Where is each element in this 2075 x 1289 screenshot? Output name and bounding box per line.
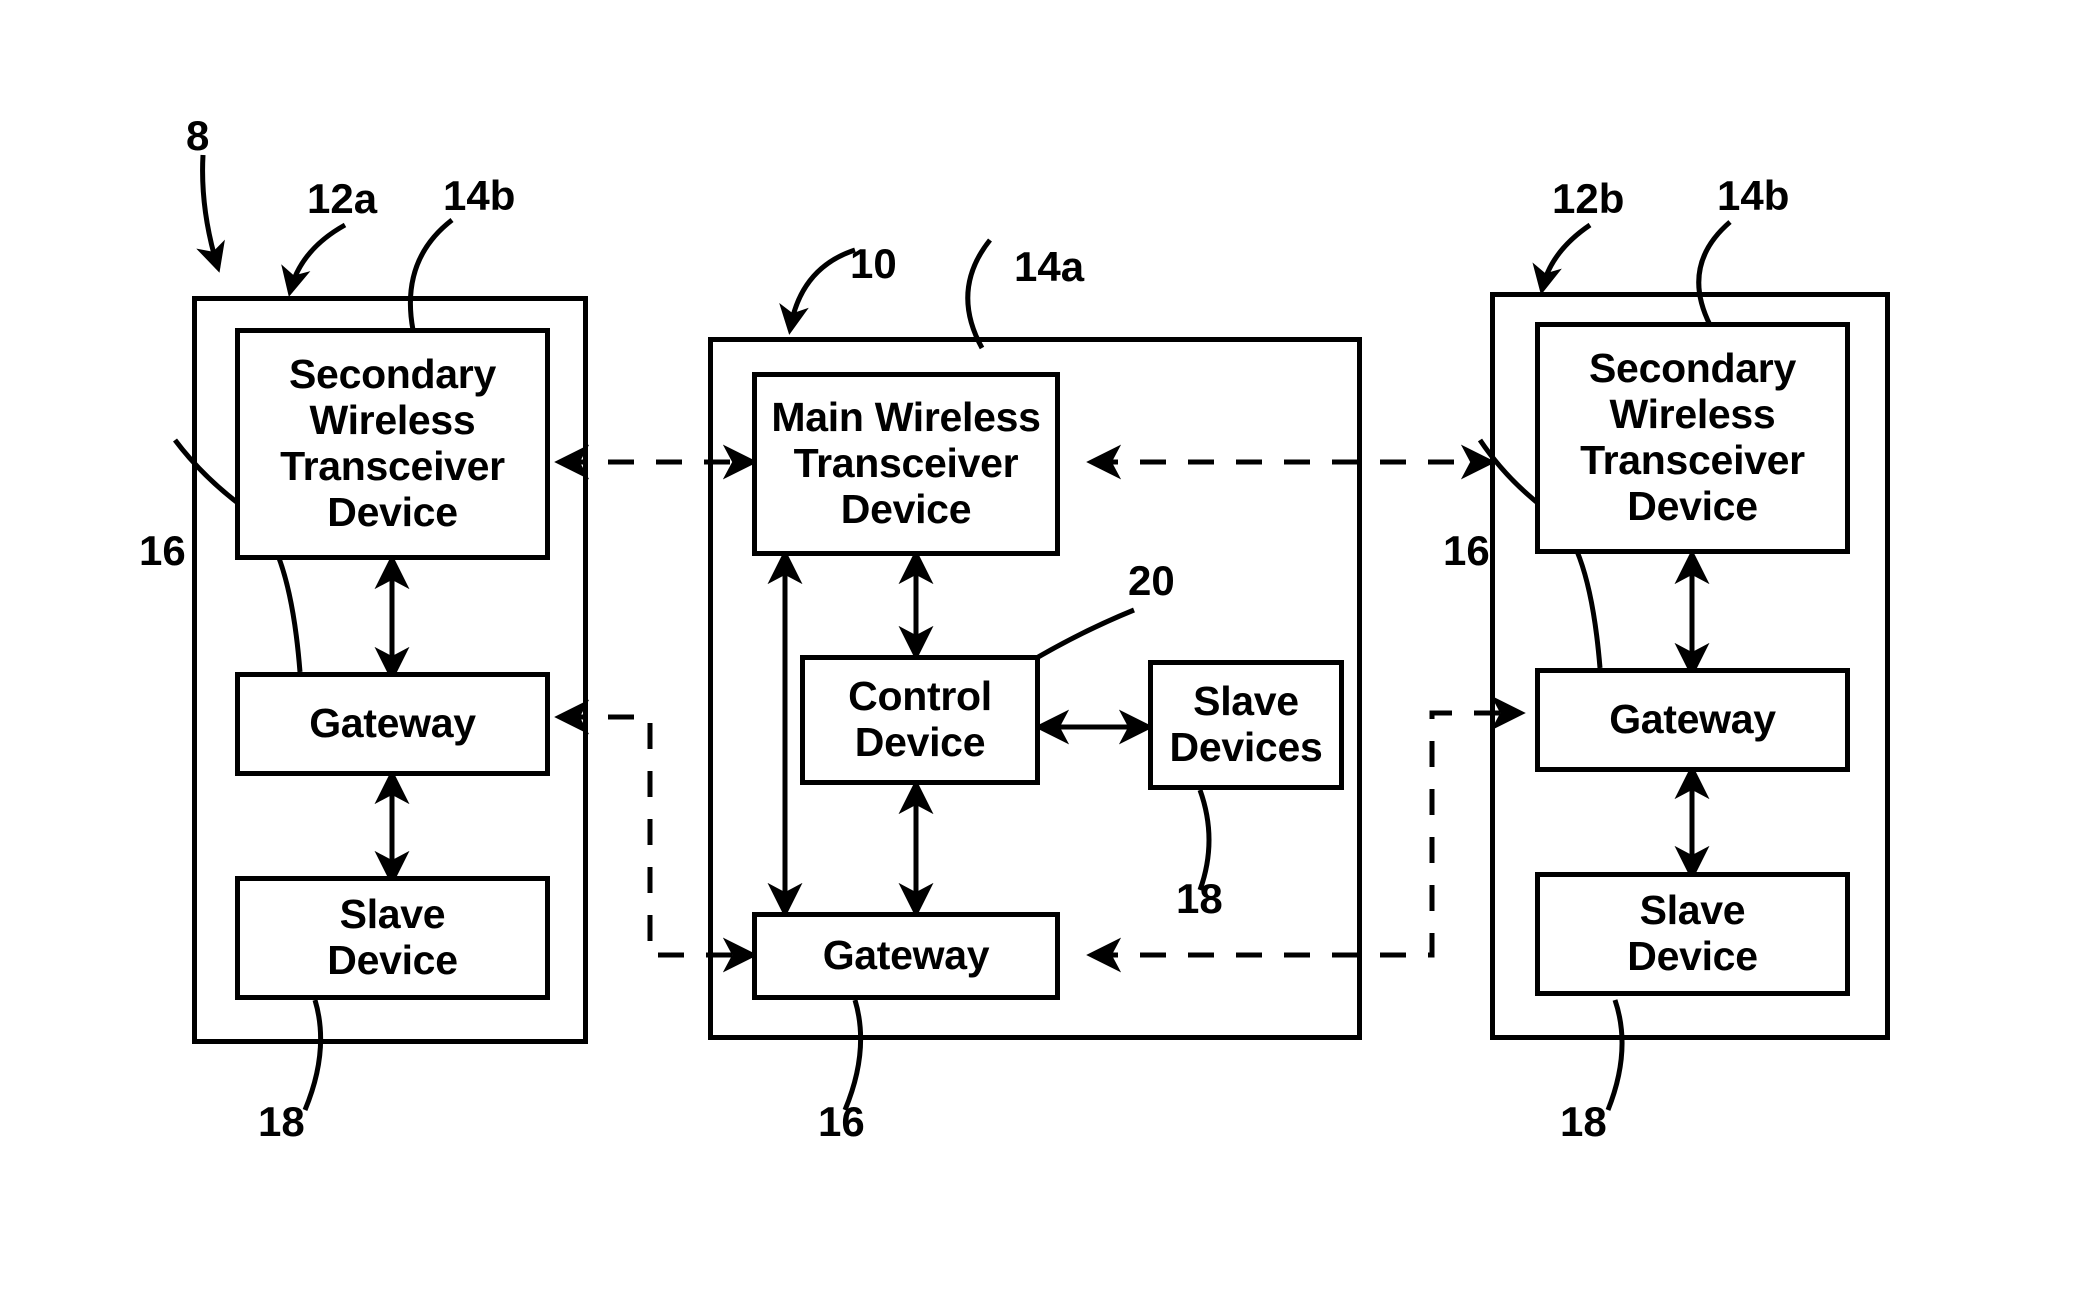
ref-10: 10 bbox=[850, 240, 897, 287]
left-slave-device: Slave Device bbox=[235, 876, 550, 1000]
control-device: Control Device bbox=[800, 655, 1040, 785]
ref-18-left: 18 bbox=[258, 1098, 305, 1145]
ref-8: 8 bbox=[186, 112, 210, 159]
ref-14a: 14a bbox=[1014, 243, 1085, 290]
ref-18-center: 18 bbox=[1176, 875, 1223, 922]
ref-16-left: 16 bbox=[139, 527, 186, 574]
right-slave-device: Slave Device bbox=[1535, 872, 1850, 996]
ref-12a: 12a bbox=[307, 175, 378, 222]
ref-14b-right: 14b bbox=[1717, 172, 1790, 219]
leader-10 bbox=[779, 247, 856, 335]
left-secondary-wireless-transceiver-device: Secondary Wireless Transceiver Device bbox=[235, 328, 550, 560]
right-gateway: Gateway bbox=[1535, 668, 1850, 772]
ref-12b: 12b bbox=[1552, 175, 1625, 222]
ref-16-right: 16 bbox=[1443, 527, 1490, 574]
ref-20: 20 bbox=[1128, 557, 1175, 604]
right-secondary-wireless-transceiver-device: Secondary Wireless Transceiver Device bbox=[1535, 322, 1850, 554]
main-wireless-transceiver-device: Main Wireless Transceiver Device bbox=[752, 372, 1060, 556]
ref-18-right: 18 bbox=[1560, 1098, 1607, 1145]
leader-12a bbox=[281, 222, 347, 297]
leader-8 bbox=[196, 154, 225, 273]
leader-12b bbox=[1532, 222, 1592, 295]
slave-devices: Slave Devices bbox=[1148, 660, 1344, 790]
center-gateway: Gateway bbox=[752, 912, 1060, 1000]
ref-16-center: 16 bbox=[818, 1098, 865, 1145]
leader-14a bbox=[965, 238, 992, 350]
ref-14b-left: 14b bbox=[443, 172, 516, 219]
patent-figure: Secondary Wireless Transceiver Device Ga… bbox=[0, 0, 2075, 1289]
left-gateway: Gateway bbox=[235, 672, 550, 776]
